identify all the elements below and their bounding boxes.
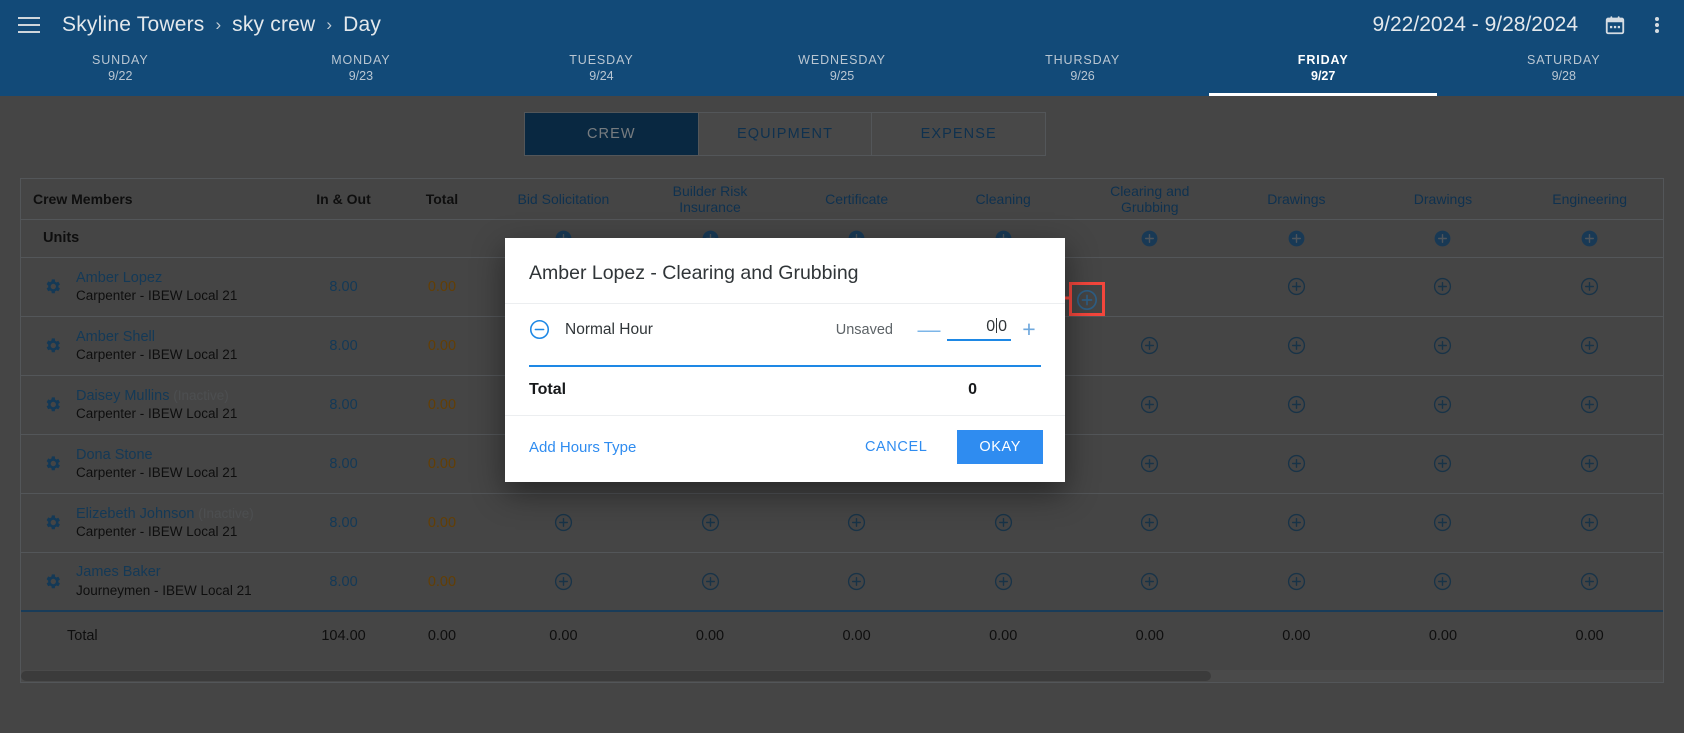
kebab-menu-icon[interactable] [1648,15,1666,35]
week-day-selector: SUNDAY 9/22 MONDAY 9/23 TUESDAY 9/24 WEDNESDAY… [0,50,1684,96]
text-caret [996,318,998,333]
breadcrumb-item-2[interactable]: Day [343,13,381,36]
calendar-icon[interactable] [1604,14,1626,36]
day-name: MONDAY [331,53,391,67]
increment-button[interactable]: + [1017,318,1041,341]
breadcrumb-item-1[interactable]: sky crew [232,13,315,36]
day-name: THURSDAY [1045,53,1121,67]
day-tab-monday[interactable]: MONDAY 9/23 [241,50,482,96]
breadcrumb-separator: › [326,15,333,34]
day-date: 9/27 [1311,68,1336,83]
day-date: 9/26 [1070,68,1095,83]
day-tab-wednesday[interactable]: WEDNESDAY 9/25 [722,50,963,96]
day-name: SATURDAY [1527,53,1601,67]
decrement-button[interactable]: — [917,318,941,341]
day-date: 9/24 [589,68,614,83]
app-top-bar: Skyline Towers › sky crew › Day 9/22/2024 - … [0,0,1684,50]
unsaved-status: Unsaved [835,321,893,338]
breadcrumb: Skyline Towers › sky crew › Day [62,13,381,37]
hours-value-before-caret: 0 [986,318,996,335]
day-name: TUESDAY [569,53,634,67]
plus-circle-icon[interactable] [1076,289,1098,311]
date-range-label[interactable]: 9/22/2024 - 9/28/2024 [1372,13,1578,37]
day-name: FRIDAY [1297,53,1349,67]
day-date: 9/23 [348,68,374,83]
dialog-total-value: 0 [968,381,977,398]
hour-type-row: Normal Hour Unsaved — 00 + [505,304,1065,347]
dialog-title: Amber Lopez - Clearing and Grubbing [505,238,1065,304]
app-root: Crew Members In & Out Total Bid Solicita… [0,0,1684,733]
day-name: SUNDAY [92,53,149,67]
hours-stepper: — 00 + [917,318,1041,341]
okay-button[interactable]: OKAY [957,430,1043,464]
breadcrumb-separator: › [215,15,222,34]
day-tab-friday[interactable]: FRIDAY 9/27 [1203,50,1444,96]
hour-type-label: Normal Hour [565,320,653,338]
day-tab-saturday[interactable]: SATURDAY 9/28 [1443,50,1684,96]
dialog-total-label: Total [529,381,567,398]
day-tab-sunday[interactable]: SUNDAY 9/22 [0,50,241,96]
minus-circle-icon[interactable] [529,319,550,340]
add-hours-type-link[interactable]: Add Hours Type [529,439,636,456]
day-tab-tuesday[interactable]: TUESDAY 9/24 [481,50,722,96]
cancel-button[interactable]: CANCEL [849,431,943,463]
day-tab-thursday[interactable]: THURSDAY 9/26 [962,50,1203,96]
dialog-actions: Add Hours Type CANCEL OKAY [505,416,1065,482]
day-name: WEDNESDAY [798,53,886,67]
day-date: 9/28 [1551,68,1576,83]
hours-input[interactable]: 00 [947,318,1011,341]
hamburger-menu-icon[interactable] [18,17,40,33]
breadcrumb-item-0[interactable]: Skyline Towers [62,13,204,36]
hours-entry-dialog: Amber Lopez - Clearing and Grubbing Norm… [505,238,1065,482]
dialog-total-row: Total 0 [505,367,1065,416]
day-date: 9/25 [829,68,855,83]
hours-value-after-caret: 0 [998,318,1007,335]
day-date: 9/22 [108,68,133,83]
